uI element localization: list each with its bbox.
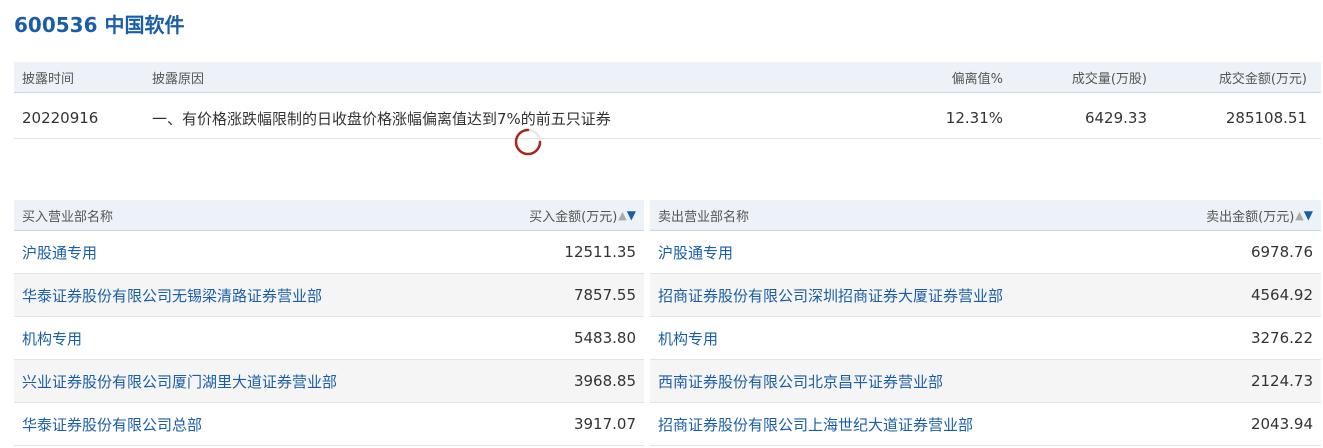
sell-amount-value: 6978.76 — [1250, 243, 1313, 261]
col-disclosure-time: 披露时间 — [22, 71, 75, 87]
buy-broker-name-header: 买入营业部名称 — [22, 209, 114, 225]
sort-descending-icon[interactable]: ▼ — [627, 209, 636, 221]
buy-broker-name-link[interactable]: 机构专用 — [22, 317, 82, 359]
table-row: 兴业证券股份有限公司厦门湖里大道证券营业部 3968.85 — [14, 360, 644, 403]
buy-table-header: 买入营业部名称 买入金额(万元) ▲ ▼ — [14, 200, 644, 231]
buy-amount-value: 3968.85 — [573, 372, 636, 390]
sell-amount-header[interactable]: 卖出金额(万元) ▲ ▼ — [1206, 200, 1313, 230]
buy-table-body: 沪股通专用 12511.35 华泰证券股份有限公司无锡梁清路证券营业部 7857.55… — [14, 231, 644, 446]
sell-brokers-table: 卖出营业部名称 卖出金额(万元) ▲ ▼ 沪股通专用 6978.76 招商证券股份有限… — [650, 200, 1321, 448]
sell-broker-name-header: 卖出营业部名称 — [658, 209, 750, 225]
buy-broker-name-link[interactable]: 兴业证券股份有限公司厦门湖里大道证券营业部 — [22, 360, 337, 402]
sort-descending-icon[interactable]: ▼ — [1304, 209, 1313, 221]
buy-amount-value: 3917.07 — [573, 415, 636, 433]
sort-ascending-icon[interactable]: ▲ — [1295, 210, 1303, 221]
table-row: 沪股通专用 6978.76 — [650, 231, 1321, 274]
disclosure-time-value: 20220916 — [22, 109, 99, 127]
sell-broker-name-link[interactable]: 西南证券股份有限公司北京昌平证券营业部 — [658, 360, 943, 402]
sell-table-header: 卖出营业部名称 卖出金额(万元) ▲ ▼ — [650, 200, 1321, 231]
table-row: 招商证券股份有限公司上海世纪大道证券营业部 2043.94 — [650, 403, 1321, 446]
col-turnover: 成交金额(万元) — [1218, 71, 1307, 87]
deviation-value: 12.31% — [945, 109, 1003, 127]
buy-broker-name-link[interactable]: 华泰证券股份有限公司无锡梁清路证券营业部 — [22, 274, 322, 316]
sell-amount-header-label: 卖出金额(万元) — [1206, 209, 1295, 225]
sell-amount-value: 2124.73 — [1250, 372, 1313, 390]
sell-broker-name-link[interactable]: 沪股通专用 — [658, 231, 733, 273]
buy-amount-value: 12511.35 — [564, 243, 636, 261]
col-volume: 成交量(万股) — [1071, 71, 1147, 87]
turnover-value: 285108.51 — [1225, 109, 1307, 127]
sell-broker-name-link[interactable]: 招商证券股份有限公司上海世纪大道证券营业部 — [658, 403, 973, 445]
buy-amount-value: 7857.55 — [573, 286, 636, 304]
table-row: 招商证券股份有限公司深圳招商证券大厦证券营业部 4564.92 — [650, 274, 1321, 317]
sell-amount-value: 2043.94 — [1250, 415, 1313, 433]
table-row: 机构专用 5483.80 — [14, 317, 644, 360]
volume-value: 6429.33 — [1084, 109, 1147, 127]
page-title: 600536 中国软件 — [14, 13, 185, 37]
sell-broker-name-link[interactable]: 招商证券股份有限公司深圳招商证券大厦证券营业部 — [658, 274, 1003, 316]
buy-broker-name-link[interactable]: 沪股通专用 — [22, 231, 97, 273]
table-row: 机构专用 3276.22 — [650, 317, 1321, 360]
sell-amount-value: 4564.92 — [1250, 286, 1313, 304]
buy-amount-header[interactable]: 买入金额(万元) ▲ ▼ — [529, 200, 636, 230]
table-row: 华泰证券股份有限公司无锡梁清路证券营业部 7857.55 — [14, 274, 644, 317]
sell-table-body: 沪股通专用 6978.76 招商证券股份有限公司深圳招商证券大厦证券营业部 4564.… — [650, 231, 1321, 446]
table-row: 华泰证券股份有限公司总部 3917.07 — [14, 403, 644, 446]
sell-amount-value: 3276.22 — [1250, 329, 1313, 347]
sort-ascending-icon[interactable]: ▲ — [618, 210, 626, 221]
col-deviation: 偏离值% — [951, 71, 1003, 87]
col-disclosure-reason: 披露原因 — [152, 71, 205, 87]
sell-broker-name-link[interactable]: 机构专用 — [658, 317, 718, 359]
disclosure-row: 20220916 一、有价格涨跌幅限制的日收盘价格涨幅偏离值达到7%的前五只证券… — [14, 98, 1321, 139]
buy-broker-name-link[interactable]: 华泰证券股份有限公司总部 — [22, 403, 202, 445]
loading-spinner-icon — [513, 127, 543, 157]
table-row: 沪股通专用 12511.35 — [14, 231, 644, 274]
disclosure-table-header: 披露时间 披露原因 偏离值% 成交量(万股) 成交金额(万元) — [14, 62, 1321, 93]
buy-amount-header-label: 买入金额(万元) — [529, 209, 618, 225]
stock-lhb-page: 600536 中国软件 披露时间 披露原因 偏离值% 成交量(万股) 成交金额(… — [0, 0, 1323, 448]
sort-toggle[interactable]: ▲ ▼ — [1295, 209, 1313, 221]
buy-amount-value: 5483.80 — [573, 329, 636, 347]
table-row: 西南证券股份有限公司北京昌平证券营业部 2124.73 — [650, 360, 1321, 403]
buy-brokers-table: 买入营业部名称 买入金额(万元) ▲ ▼ 沪股通专用 12511.35 华泰证券股份有… — [14, 200, 644, 448]
sort-toggle[interactable]: ▲ ▼ — [618, 209, 636, 221]
